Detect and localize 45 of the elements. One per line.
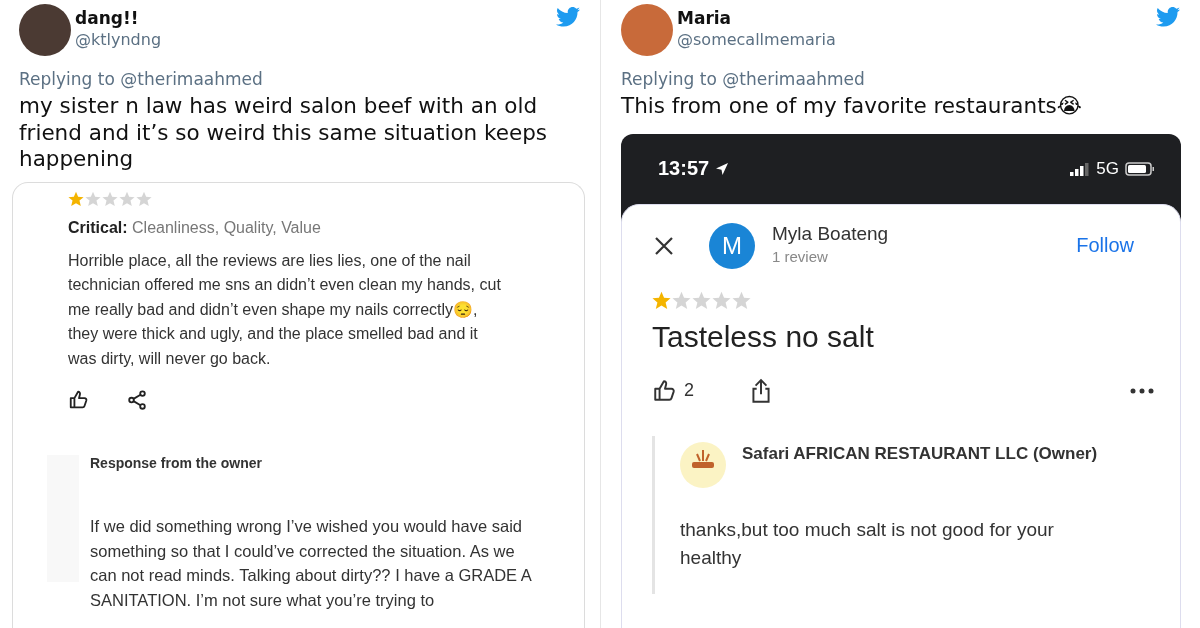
owner-name: Safari AFRICAN RESTAURANT LLC (Owner) — [742, 443, 1098, 464]
user-name: Maria — [677, 7, 733, 29]
star-icon — [102, 190, 118, 207]
location-arrow-icon — [715, 161, 730, 176]
review-count: 1 review — [772, 247, 829, 265]
reviewer-avatar: M — [709, 222, 755, 269]
critical-aspects-text: Critical: Cleanliness, Quality, Value — [68, 218, 322, 237]
replying-to-text: Replying to @therimaahmed — [621, 68, 866, 90]
like-count: 2 — [684, 380, 694, 401]
thumbs-up-icon[interactable] — [652, 377, 678, 404]
review-text: Horrible place, all the reviews are lies lies, one of the nail technician offered me sns an didn’t even clean my hands, cut me really bad and didn’t even shape my nails correctly😔, they were thick and ugly, and the place smelled bad and it was dirty, will never go back. — [68, 250, 502, 369]
tweet-text: my sister n law has weird salon beef with an old friend and it’s so weird this same situation keeps happening — [19, 93, 549, 173]
star-icon — [119, 190, 135, 207]
signal-icon — [1070, 161, 1091, 176]
restaurant-logo-icon — [680, 441, 726, 488]
close-icon[interactable] — [654, 235, 674, 256]
share-icon[interactable] — [126, 389, 148, 411]
star-icon — [692, 290, 711, 310]
avatar-photo-placeholder — [19, 4, 71, 56]
user-name: dang!! — [75, 7, 140, 29]
star-icon — [672, 290, 691, 310]
star-icon — [712, 290, 731, 310]
review-text: Tasteless no salt — [652, 319, 875, 354]
star-icon — [136, 190, 152, 207]
owner-response-title: Response from the owner — [90, 455, 263, 471]
star-icon — [68, 190, 84, 207]
owner-reply-text: thanks,but too much salt is not good for your healthy — [680, 517, 1055, 570]
star-icon — [85, 190, 101, 207]
avatar-photo-placeholder — [621, 4, 673, 56]
bird-logo-icon — [556, 7, 580, 27]
tweet-text: This from one of my favorite restaurants😭 — [621, 93, 1083, 120]
star-icon — [732, 290, 751, 310]
reviewer-name: Myla Boateng — [772, 222, 889, 245]
bird-logo-icon — [1156, 7, 1180, 27]
owner-response-text: If we did something wrong I’ve wished you would have said something so that I could’ve corrected the situation. As we can not read minds. Talking about dirty?? I have a GRADE A SANITATION. I’m not sure what you’re trying to — [90, 516, 532, 611]
thumbs-up-icon[interactable] — [68, 389, 90, 411]
battery-icon — [1125, 161, 1155, 176]
star-icon — [652, 290, 671, 310]
status-time: 13:57 — [658, 157, 710, 180]
follow-button[interactable]: Follow — [1076, 234, 1134, 257]
user-handle: @ktlyndng — [75, 29, 162, 51]
replying-to-text: Replying to @therimaahmed — [19, 68, 264, 90]
more-icon[interactable] — [1130, 387, 1154, 394]
user-handle: @somecallmemaria — [677, 29, 836, 51]
network-label: 5G — [1096, 158, 1119, 179]
